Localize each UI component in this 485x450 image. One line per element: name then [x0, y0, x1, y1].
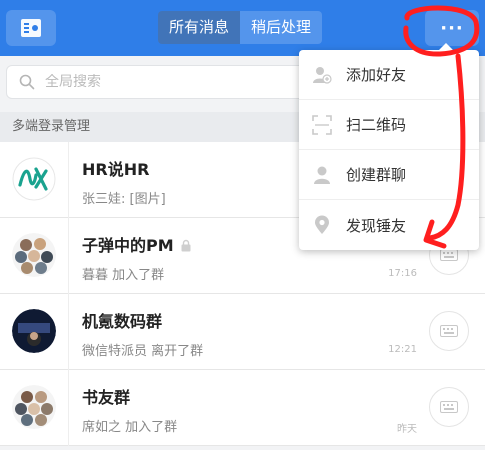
conversation-last-message: 张三娃: [图片]: [82, 192, 166, 207]
quick-reply-button[interactable]: [429, 387, 469, 427]
lock-icon: [181, 239, 191, 252]
conversation-last-message: 暮暮 加入了群: [82, 268, 165, 283]
menu-item-label: 发现锤友: [346, 216, 407, 235]
avatar: [12, 157, 56, 201]
group-photo-icon: [12, 385, 56, 429]
group-photo-icon: [12, 309, 56, 353]
divider: [68, 218, 69, 294]
more-button[interactable]: ···: [425, 10, 479, 46]
group-photo-icon: [12, 233, 56, 277]
conversation-title: 子弹中的PM: [82, 232, 192, 256]
divider: [68, 294, 69, 370]
conversation-title: HR说HR: [82, 160, 150, 179]
contacts-icon: [21, 19, 41, 37]
menu-item-create-group[interactable]: 创建群聊: [299, 150, 479, 200]
menu-item-discover[interactable]: 发现锤友: [299, 200, 479, 250]
search-box[interactable]: [6, 65, 306, 99]
keyboard-icon: [440, 249, 458, 261]
more-menu: 添加好友 扫二维码 创建群聊 发现锤友: [299, 43, 479, 250]
conversation-title-text: 子弹中的PM: [82, 236, 174, 255]
scan-icon: [312, 114, 332, 135]
conversation-time: 17:16: [388, 268, 417, 279]
tab-later[interactable]: 稍后处理: [240, 11, 322, 44]
conversation-row[interactable]: 书友群 席如之 加入了群 昨天: [0, 370, 485, 446]
message-filter-tabs: 所有消息 稍后处理: [158, 11, 323, 44]
top-bar: 所有消息 稍后处理 ···: [0, 0, 485, 56]
conversation-time: 昨天: [397, 424, 417, 435]
menu-item-label: 扫二维码: [346, 116, 407, 134]
menu-item-scan-qr[interactable]: 扫二维码: [299, 100, 479, 150]
contacts-button[interactable]: [6, 10, 56, 46]
group-avatar: [12, 309, 56, 353]
quick-reply-button[interactable]: [429, 311, 469, 351]
search-input[interactable]: [45, 74, 275, 90]
conversation-last-message: 微信特派员 离开了群: [82, 344, 204, 359]
conversation-last-message: 席如之 加入了群: [82, 420, 178, 435]
add-friend-icon: [313, 66, 332, 84]
location-pin-icon: [315, 215, 329, 234]
keyboard-icon: [440, 325, 458, 337]
menu-item-add-friend[interactable]: 添加好友: [299, 50, 479, 100]
group-avatar: [12, 385, 56, 429]
divider: [68, 142, 69, 218]
group-avatar: [12, 233, 56, 277]
search-icon: [19, 74, 35, 90]
divider: [68, 370, 69, 446]
tab-all-messages[interactable]: 所有消息: [158, 11, 241, 44]
conversation-title: 机氪数码群: [82, 312, 163, 331]
menu-item-label: 添加好友: [346, 66, 407, 84]
conversation-time: 12:21: [388, 344, 417, 355]
menu-item-label: 创建群聊: [346, 166, 407, 184]
conversation-title: 书友群: [82, 388, 131, 407]
hr-logo-icon: [12, 157, 56, 201]
conversation-row[interactable]: 机氪数码群 微信特派员 离开了群 12:21: [0, 294, 485, 370]
person-icon: [314, 166, 330, 184]
keyboard-icon: [440, 401, 458, 413]
